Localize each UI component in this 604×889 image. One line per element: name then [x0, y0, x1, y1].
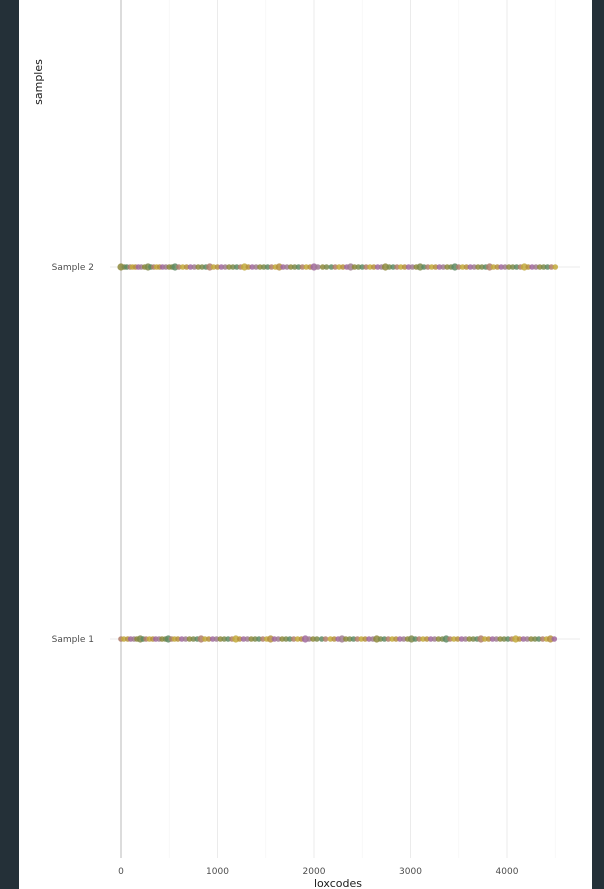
- x-tick-label: 0: [118, 867, 124, 877]
- data-point: [552, 264, 559, 270]
- x-tick-label: 4000: [496, 867, 519, 877]
- x-tick-label: 2000: [303, 867, 326, 877]
- data-point: [314, 636, 320, 642]
- x-tick-label: 1000: [206, 867, 229, 877]
- grid-lines: [110, 0, 580, 858]
- x-tick-labels: 0 1000 2000 3000 4000: [118, 867, 519, 877]
- y-tick-label: Sample 1: [52, 635, 94, 645]
- y-tick-labels: Sample 1 Sample 2: [52, 263, 94, 645]
- scatter-chart: Sample 1 Sample 2 0 1000 2000 3000 4000 loxco…: [32, 0, 580, 889]
- data-point: [323, 264, 330, 270]
- y-tick-label: Sample 2: [52, 263, 94, 273]
- data-point: [322, 636, 329, 642]
- data-point: [551, 636, 558, 642]
- y-axis-title: samples: [32, 59, 45, 105]
- data-point: [315, 264, 321, 270]
- data-points: [117, 263, 559, 643]
- x-tick-label: 3000: [399, 867, 422, 877]
- x-axis-title: loxcodes: [314, 877, 362, 889]
